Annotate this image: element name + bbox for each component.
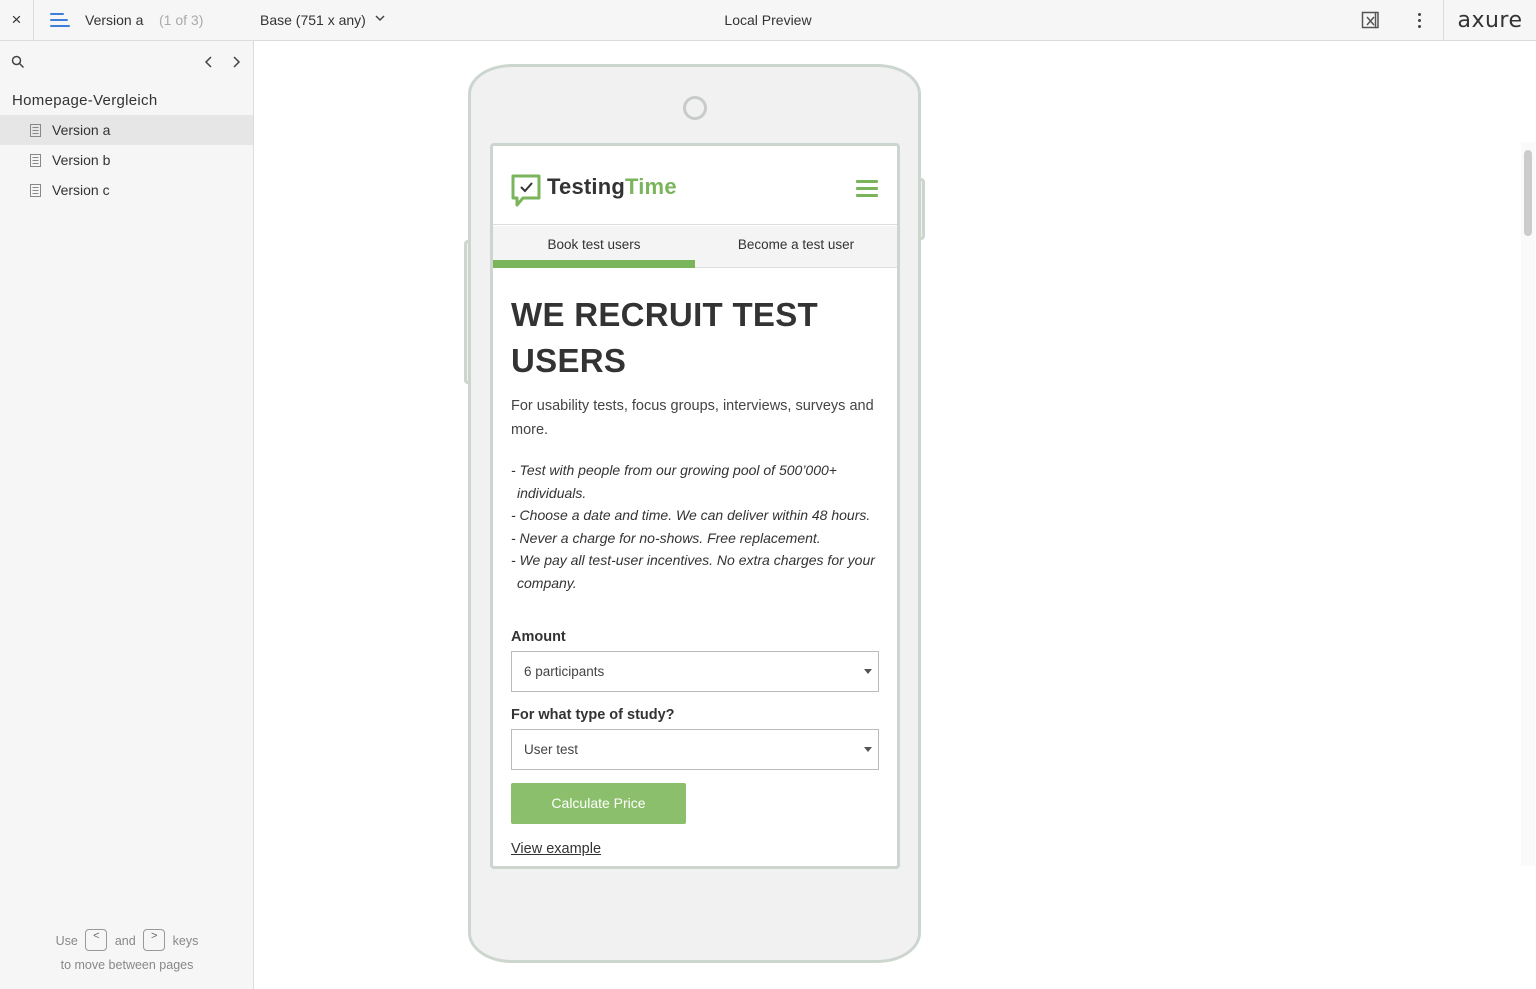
sitemap-menu-icon[interactable] xyxy=(50,13,70,28)
adaptive-view-dropdown[interactable]: Base (751 x any) xyxy=(260,12,366,28)
hint-line2: to move between pages xyxy=(60,958,194,972)
hint-and: and xyxy=(114,934,136,948)
page-icon xyxy=(30,183,41,197)
hint-use: Use xyxy=(55,934,78,948)
tab-book-test-users[interactable]: Book test users xyxy=(493,226,695,268)
scrollbar-track[interactable] xyxy=(1521,142,1535,866)
current-page-name[interactable]: Version a xyxy=(85,12,143,28)
study-type-select[interactable]: User test xyxy=(511,729,879,770)
phone-camera xyxy=(683,96,707,120)
view-example-link[interactable]: View example xyxy=(511,841,601,857)
page-item-label: Version c xyxy=(52,182,110,198)
page-icon xyxy=(30,153,41,167)
variables-icon[interactable] xyxy=(1360,10,1380,30)
right-key-icon: > xyxy=(143,928,166,951)
hamburger-menu-icon[interactable] xyxy=(856,180,878,198)
study-type-label: For what type of study? xyxy=(511,707,675,723)
hero-content: WE RECRUIT TEST USERS For usability test… xyxy=(511,292,883,595)
list-item: - Never a charge for no-shows. Free repl… xyxy=(511,529,821,546)
amount-value: 6 participants xyxy=(524,664,605,679)
tab-become-test-user[interactable]: Become a test user xyxy=(695,226,897,267)
page-item-label: Version a xyxy=(52,122,111,138)
brand-name[interactable]: TestingTime xyxy=(547,174,677,200)
phone-screen: TestingTime Book test users Become a tes… xyxy=(490,143,900,869)
page-item-version-b[interactable]: Version b xyxy=(0,145,253,175)
feature-list: - Test with people from our growing pool… xyxy=(511,459,883,595)
folder-title[interactable]: Homepage-Vergleich xyxy=(12,92,157,109)
pages-sidebar: Homepage-Vergleich Version a Version b V… xyxy=(0,41,254,989)
hint-keys: keys xyxy=(172,934,199,948)
chevron-left-icon[interactable] xyxy=(202,54,216,70)
amount-label: Amount xyxy=(511,629,566,645)
page-list: Version a Version b Version c xyxy=(0,115,253,205)
study-type-value: User test xyxy=(524,742,579,757)
brand-part-2: Time xyxy=(625,174,677,199)
caret-down-icon xyxy=(864,747,872,752)
list-item: - Test with people from our growing pool… xyxy=(511,462,837,501)
left-key-icon: < xyxy=(85,928,108,951)
hero-subtitle: For usability tests, focus groups, inter… xyxy=(511,398,874,438)
site-header: TestingTime xyxy=(493,146,897,225)
chevron-right-icon[interactable] xyxy=(229,54,243,70)
testingtime-logo-icon[interactable] xyxy=(511,174,541,208)
logo-text: axure xyxy=(1457,7,1523,33)
scrollbar-thumb[interactable] xyxy=(1524,150,1532,236)
page-icon xyxy=(30,123,41,137)
axure-logo[interactable]: axure xyxy=(1443,0,1536,40)
keyboard-hint: Use < and > keys to move between pages xyxy=(0,928,254,977)
page-item-version-a[interactable]: Version a xyxy=(0,115,253,145)
preview-title: Local Preview xyxy=(724,12,812,28)
caret-down-icon xyxy=(864,669,872,674)
chevron-down-icon[interactable] xyxy=(374,12,386,24)
page-item-version-c[interactable]: Version c xyxy=(0,175,253,205)
brand-part-1: Testing xyxy=(547,174,625,199)
page-item-label: Version b xyxy=(52,152,111,168)
hero-headline: WE RECRUIT TEST USERS xyxy=(511,296,818,379)
search-icon[interactable] xyxy=(11,55,25,69)
top-toolbar: × Version a (1 of 3) Base (751 x any) Lo… xyxy=(0,0,1536,41)
more-options-icon[interactable] xyxy=(1412,10,1426,30)
list-item: - Choose a date and time. We can deliver… xyxy=(511,507,871,524)
page-count: (1 of 3) xyxy=(159,12,204,28)
list-item: - We pay all test-user incentives. No ex… xyxy=(511,552,875,591)
amount-select[interactable]: 6 participants xyxy=(511,651,879,692)
audience-tabs: Book test users Become a test user xyxy=(493,226,897,268)
close-button[interactable]: × xyxy=(0,0,34,40)
calculate-price-button[interactable]: Calculate Price xyxy=(511,783,686,824)
